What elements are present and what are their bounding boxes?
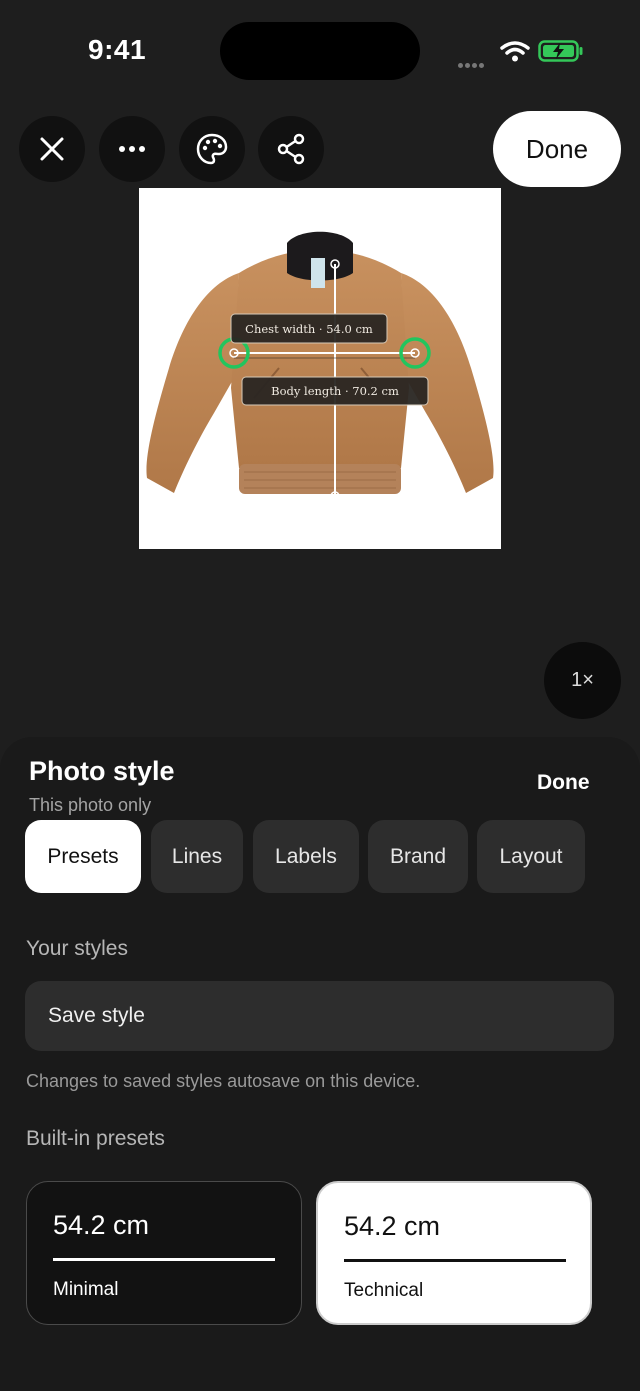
preset-name: Technical [344, 1280, 424, 1301]
preset-line [344, 1259, 566, 1262]
wifi-icon [500, 41, 530, 62]
tab-lines[interactable]: Lines [151, 820, 243, 893]
tab-labels[interactable]: Labels [253, 820, 359, 893]
builtin-presets-heading: Built-in presets [26, 1127, 165, 1150]
preset-card-minimal[interactable]: 54.2 cm Minimal [26, 1181, 302, 1325]
preset-line [53, 1258, 275, 1261]
palette-button[interactable] [179, 116, 245, 182]
your-styles-heading: Your styles [26, 937, 128, 960]
tab-presets[interactable]: Presets [25, 820, 141, 893]
zoom-button[interactable]: 1× [544, 642, 621, 719]
more-button[interactable] [99, 116, 165, 182]
close-button[interactable] [19, 116, 85, 182]
cellular-signal-icon [458, 55, 486, 73]
tab-brand[interactable]: Brand [368, 820, 468, 893]
battery-charging-icon [538, 40, 583, 62]
product-photo[interactable]: Chest width · 54.0 cm Body length · 70.2… [139, 188, 501, 549]
close-icon [40, 137, 64, 161]
share-button[interactable] [258, 116, 324, 182]
autosave-hint: Changes to saved styles autosave on this… [26, 1071, 421, 1091]
status-time: 9:41 [88, 34, 147, 65]
preset-value: 54.2 cm [344, 1211, 441, 1241]
more-icon [119, 146, 145, 152]
chest-width-label: Chest width · 54.0 cm [245, 322, 373, 336]
preset-value: 54.2 cm [53, 1210, 150, 1240]
jacket-image: Chest width · 54.0 cm Body length · 70.2… [146, 231, 494, 501]
preset-name: Minimal [53, 1279, 119, 1300]
palette-icon [196, 133, 228, 165]
sheet-done-button[interactable]: Done [537, 771, 590, 795]
save-style-button[interactable]: Save style [25, 981, 614, 1051]
preset-card-technical[interactable]: 54.2 cm Technical [316, 1181, 592, 1325]
done-button[interactable]: Done [493, 111, 621, 187]
share-icon [277, 133, 305, 165]
sheet-title: Photo style [29, 756, 175, 786]
dynamic-island [220, 22, 420, 80]
body-length-label: Body length · 70.2 cm [271, 384, 399, 398]
tab-layout[interactable]: Layout [477, 820, 585, 893]
sheet-subtitle: This photo only [29, 795, 152, 815]
